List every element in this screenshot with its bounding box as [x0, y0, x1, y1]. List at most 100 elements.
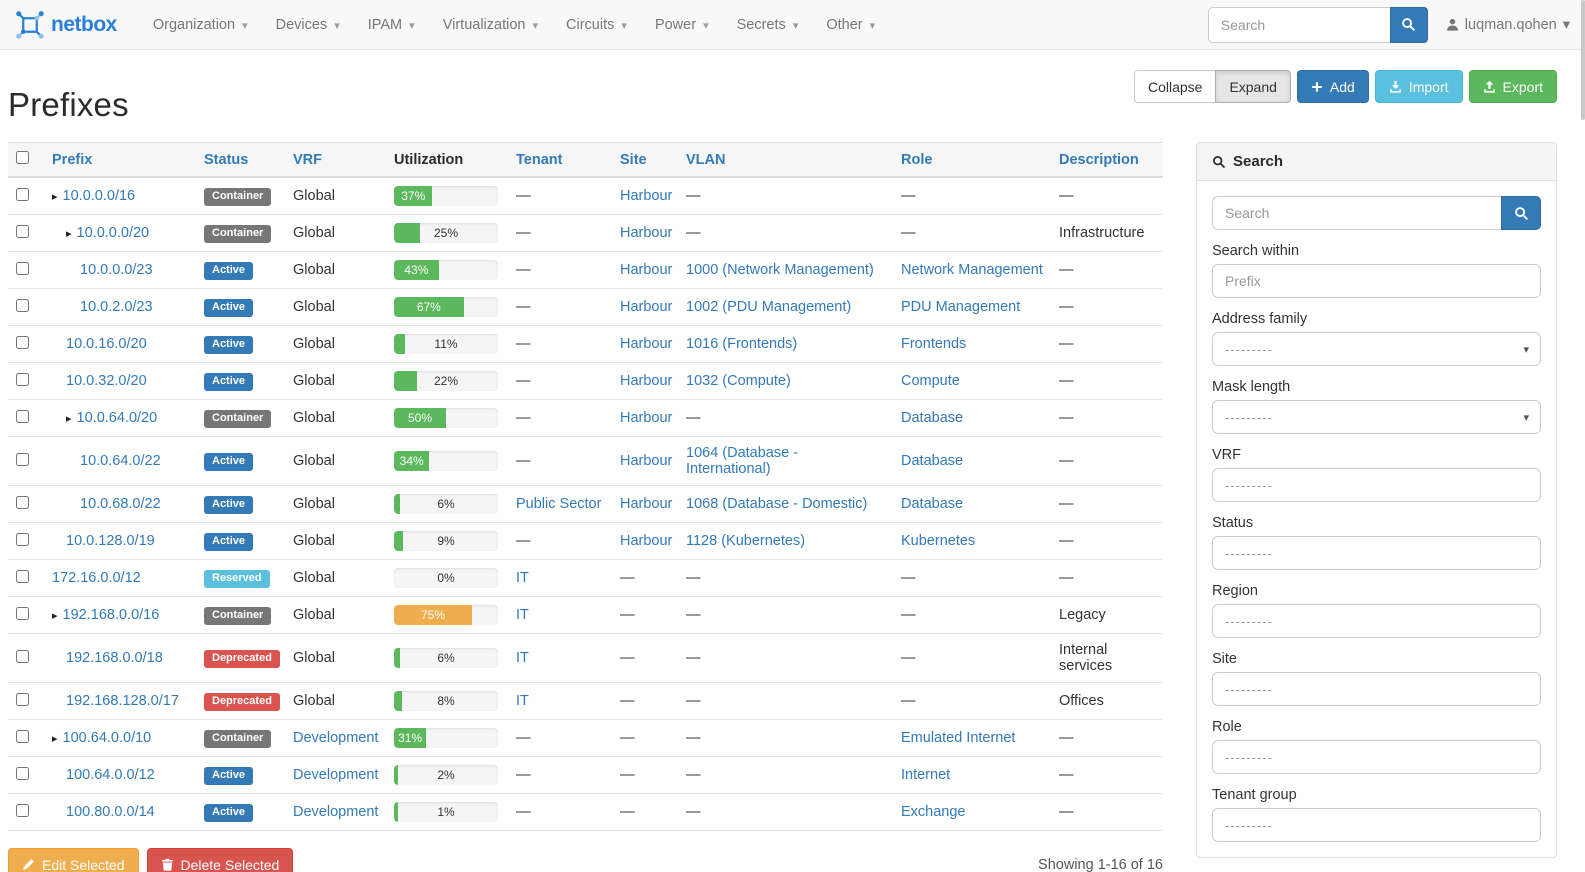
- role-link[interactable]: Exchange: [901, 804, 966, 820]
- select-all-checkbox[interactable]: [16, 151, 29, 164]
- row-checkbox[interactable]: [16, 693, 29, 706]
- collapse-button[interactable]: Collapse: [1134, 70, 1216, 103]
- role-link[interactable]: PDU Management: [901, 299, 1020, 315]
- row-checkbox[interactable]: [16, 410, 29, 423]
- vrf-link[interactable]: Development: [293, 730, 378, 746]
- site-link[interactable]: Harbour: [620, 533, 672, 549]
- sort-role[interactable]: Role: [901, 152, 932, 168]
- expand-arrow-icon[interactable]: ▸: [52, 733, 58, 745]
- expand-arrow-icon[interactable]: ▸: [66, 413, 72, 425]
- site-link[interactable]: Harbour: [620, 225, 672, 241]
- filter-search-input[interactable]: [1212, 196, 1501, 230]
- prefix-link[interactable]: 10.0.0.0/16: [63, 188, 136, 204]
- navbar-search-button[interactable]: [1390, 7, 1428, 43]
- vlan-link[interactable]: 1128 (Kubernetes): [686, 533, 805, 549]
- nav-menu-power[interactable]: Power ▾: [641, 2, 723, 48]
- role-link[interactable]: Frontends: [901, 336, 966, 352]
- site-link[interactable]: Harbour: [620, 453, 672, 469]
- vrf-link[interactable]: Development: [293, 804, 378, 820]
- prefix-link[interactable]: 10.0.32.0/20: [66, 373, 147, 389]
- tenant-link[interactable]: Public Sector: [516, 496, 601, 512]
- prefix-link[interactable]: 100.64.0.0/12: [66, 767, 155, 783]
- row-checkbox[interactable]: [16, 730, 29, 743]
- sort-description[interactable]: Description: [1059, 152, 1139, 168]
- edit-selected-button[interactable]: Edit Selected: [8, 848, 139, 872]
- filter-search-button[interactable]: [1501, 196, 1541, 230]
- row-checkbox[interactable]: [16, 650, 29, 663]
- prefix-link[interactable]: 10.0.16.0/20: [66, 336, 147, 352]
- export-button[interactable]: Export: [1469, 70, 1557, 103]
- role-link[interactable]: Database: [901, 453, 963, 469]
- row-checkbox[interactable]: [16, 336, 29, 349]
- expand-arrow-icon[interactable]: ▸: [52, 191, 58, 203]
- expand-button[interactable]: Expand: [1215, 70, 1290, 103]
- prefix-link[interactable]: 10.0.64.0/20: [77, 410, 158, 426]
- site-link[interactable]: Harbour: [620, 262, 672, 278]
- nav-menu-organization[interactable]: Organization ▾: [139, 2, 262, 48]
- tenant-link[interactable]: IT: [516, 650, 529, 666]
- filter-select[interactable]: ---------: [1212, 604, 1541, 638]
- netbox-logo[interactable]: netbox: [15, 10, 117, 40]
- prefix-link[interactable]: 10.0.2.0/23: [80, 299, 153, 315]
- scrollbar[interactable]: [1581, 0, 1585, 120]
- role-link[interactable]: Kubernetes: [901, 533, 975, 549]
- row-checkbox[interactable]: [16, 496, 29, 509]
- filter-select[interactable]: ---------: [1212, 740, 1541, 774]
- row-checkbox[interactable]: [16, 533, 29, 546]
- vlan-link[interactable]: 1064 (Database - International): [686, 445, 798, 477]
- nav-menu-secrets[interactable]: Secrets ▾: [723, 2, 813, 48]
- vlan-link[interactable]: 1068 (Database - Domestic): [686, 496, 867, 512]
- site-link[interactable]: Harbour: [620, 410, 672, 426]
- filter-select[interactable]: ---------▾: [1212, 332, 1541, 366]
- prefix-link[interactable]: 172.16.0.0/12: [52, 570, 141, 586]
- user-menu[interactable]: luqman.qohen ▾: [1446, 17, 1570, 33]
- row-checkbox[interactable]: [16, 373, 29, 386]
- import-button[interactable]: Import: [1375, 70, 1463, 103]
- vlan-link[interactable]: 1000 (Network Management): [686, 262, 874, 278]
- site-link[interactable]: Harbour: [620, 299, 672, 315]
- row-checkbox[interactable]: [16, 804, 29, 817]
- prefix-link[interactable]: 10.0.64.0/22: [80, 453, 161, 469]
- role-link[interactable]: Database: [901, 410, 963, 426]
- row-checkbox[interactable]: [16, 299, 29, 312]
- sort-site[interactable]: Site: [620, 152, 647, 168]
- sort-vrf[interactable]: VRF: [293, 152, 322, 168]
- filter-select[interactable]: ---------▾: [1212, 400, 1541, 434]
- site-link[interactable]: Harbour: [620, 496, 672, 512]
- filter-select[interactable]: ---------: [1212, 536, 1541, 570]
- add-button[interactable]: Add: [1297, 70, 1369, 103]
- role-link[interactable]: Emulated Internet: [901, 730, 1015, 746]
- tenant-link[interactable]: IT: [516, 693, 529, 709]
- filter-select[interactable]: ---------: [1212, 808, 1541, 842]
- expand-arrow-icon[interactable]: ▸: [66, 228, 72, 240]
- filter-select[interactable]: ---------: [1212, 468, 1541, 502]
- expand-arrow-icon[interactable]: ▸: [52, 610, 58, 622]
- nav-menu-other[interactable]: Other ▾: [812, 2, 889, 48]
- site-link[interactable]: Harbour: [620, 188, 672, 204]
- filter-input[interactable]: [1225, 273, 1528, 289]
- vrf-link[interactable]: Development: [293, 767, 378, 783]
- navbar-search-input[interactable]: [1208, 7, 1390, 43]
- role-link[interactable]: Database: [901, 496, 963, 512]
- delete-selected-button[interactable]: Delete Selected: [147, 848, 294, 872]
- tenant-link[interactable]: IT: [516, 607, 529, 623]
- sort-tenant[interactable]: Tenant: [516, 152, 562, 168]
- filter-select[interactable]: ---------: [1212, 672, 1541, 706]
- row-checkbox[interactable]: [16, 225, 29, 238]
- nav-menu-ipam[interactable]: IPAM ▾: [354, 2, 429, 48]
- nav-menu-virtualization[interactable]: Virtualization ▾: [429, 2, 552, 48]
- row-checkbox[interactable]: [16, 188, 29, 201]
- prefix-link[interactable]: 100.80.0.0/14: [66, 804, 155, 820]
- nav-menu-devices[interactable]: Devices ▾: [262, 2, 354, 48]
- prefix-link[interactable]: 100.64.0.0/10: [63, 730, 152, 746]
- row-checkbox[interactable]: [16, 570, 29, 583]
- tenant-link[interactable]: IT: [516, 570, 529, 586]
- prefix-link[interactable]: 192.168.128.0/17: [66, 693, 179, 709]
- prefix-link[interactable]: 10.0.0.0/20: [77, 225, 150, 241]
- nav-menu-circuits[interactable]: Circuits ▾: [552, 2, 641, 48]
- prefix-link[interactable]: 10.0.0.0/23: [80, 262, 153, 278]
- role-link[interactable]: Compute: [901, 373, 960, 389]
- sort-prefix[interactable]: Prefix: [52, 152, 92, 168]
- vlan-link[interactable]: 1032 (Compute): [686, 373, 791, 389]
- row-checkbox[interactable]: [16, 453, 29, 466]
